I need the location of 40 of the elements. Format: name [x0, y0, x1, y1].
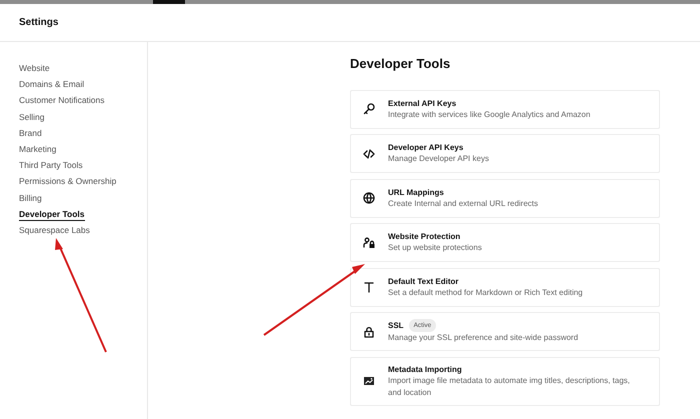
text-icon — [363, 281, 375, 294]
sidebar-item[interactable]: Squarespace Labs — [19, 224, 90, 235]
section-title: Developer Tools — [350, 56, 452, 72]
settings-card[interactable]: URL Mappings Create Internal and external URL redirects — [350, 178, 660, 218]
sidebar-item[interactable]: Marketing — [19, 144, 56, 154]
settings-card[interactable]: Metadata Importing Import image file metadata to automate img titles, descriptions, tags, and location — [350, 356, 660, 406]
settings-card[interactable]: External API Keys Integrate with services like Google Analytics and Amazon — [350, 90, 660, 129]
code-icon — [363, 148, 375, 160]
card-description: Integrate with services like Google Analytics and Amazon — [388, 108, 592, 121]
card-title: URL Mappings — [388, 186, 444, 198]
globe-icon — [363, 192, 375, 204]
sidebar-item[interactable]: Domains & Email — [19, 79, 84, 90]
key-icon — [363, 103, 375, 116]
card-title: Metadata Importing — [388, 364, 462, 375]
sidebar-item[interactable]: Developer Tools — [19, 208, 84, 221]
card-description: Set a default method for Markdown or Rich Text editing — [388, 286, 584, 299]
card-title: Developer API Keys — [388, 142, 464, 154]
card-title: SSL — [388, 320, 404, 332]
sidebar-item[interactable]: Billing — [19, 192, 42, 202]
image-icon — [363, 375, 375, 388]
card-description: Set up website protections — [388, 242, 483, 254]
settings-card[interactable]: Default Text Editor Set a default method for Markdown or Rich Text editing — [350, 268, 660, 307]
card-title: Website Protection — [388, 231, 460, 242]
card-description: Create Internal and external URL redirects — [388, 198, 539, 210]
sidebar-item[interactable]: Website — [19, 63, 50, 73]
sidebar-item[interactable]: Brand — [19, 128, 42, 138]
page-title: Settings — [19, 16, 58, 30]
card-title: External API Keys — [388, 98, 456, 109]
card-description: Import image file metadata to automate img titles, descriptions, tags, and location — [388, 374, 631, 399]
sidebar-item[interactable]: Permissions & Ownership — [19, 176, 116, 186]
person-lock-icon — [363, 236, 375, 249]
settings-card[interactable]: Website Protection Set up website protections — [350, 223, 660, 262]
card-description: Manage your SSL preference and site-wide password — [388, 332, 580, 344]
settings-card[interactable]: Developer API Keys Manage Developer API keys — [350, 134, 660, 174]
sidebar-item[interactable]: Third Party Tools — [19, 160, 83, 170]
lock-icon — [363, 326, 375, 338]
card-description: Manage Developer API keys — [388, 153, 490, 166]
card-title: Default Text Editor — [388, 276, 459, 287]
sidebar-item[interactable]: Customer Notifications — [19, 95, 105, 106]
sidebar-item[interactable]: Selling — [19, 112, 45, 122]
